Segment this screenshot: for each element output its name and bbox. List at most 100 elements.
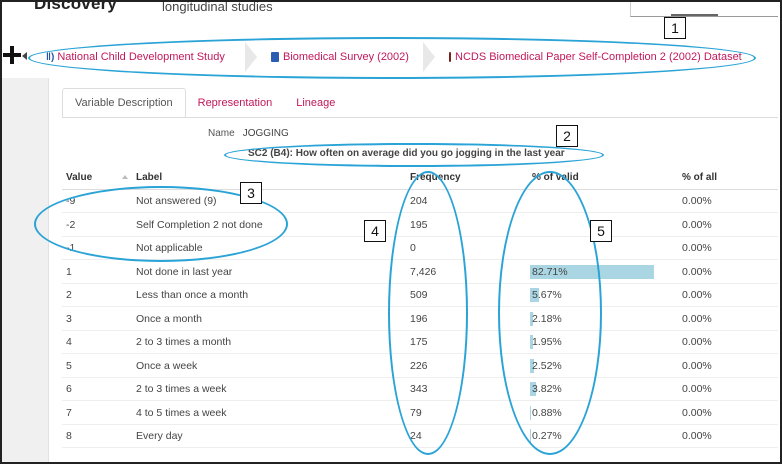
pct-valid-text: 3.82% (532, 383, 562, 395)
table-row: -1 Not applicable 0 0.00% (62, 237, 778, 260)
table-row: 6 2 to 3 times a week 343 3.82% 0.00% (62, 378, 778, 401)
table-row: 3 Once a month 196 2.18% 0.00% (62, 308, 778, 331)
table-row: -2 Self Completion 2 not done 195 0.00% (62, 214, 778, 237)
table-row: 5 Once a week 226 2.52% 0.00% (62, 355, 778, 378)
cell-value: -1 (66, 242, 76, 254)
cell-value: 5 (66, 359, 72, 372)
search-underline (671, 14, 718, 16)
header-frequency[interactable]: Frequency (410, 172, 461, 183)
cell-pct-all: 0.00% (682, 289, 712, 301)
cell-label: Self Completion 2 not done (136, 218, 263, 231)
cell-pct-valid (530, 241, 660, 255)
cell-pct-valid: 5.67% (530, 288, 660, 302)
brand-title[interactable]: Discovery (34, 0, 117, 14)
header-value[interactable]: Value (66, 172, 92, 183)
callout-number-4: 4 (364, 220, 386, 242)
cell-value: 4 (66, 336, 72, 348)
cell-pct-all: 0.00% (682, 312, 712, 325)
variable-question: SC2 (B4): How often on average did you g… (248, 148, 565, 159)
table-header: Value Label Frequency % of valid % of al… (62, 170, 778, 190)
cell-frequency: 343 (410, 383, 428, 395)
cell-frequency: 0 (410, 242, 416, 254)
tab-lineage[interactable]: Lineage (284, 88, 347, 118)
cell-pct-all: 0.00% (682, 383, 712, 395)
dataset-icon (449, 52, 451, 62)
cell-pct-valid: 0.27% (530, 429, 660, 443)
arrow-left-icon (22, 52, 27, 60)
breadcrumb: ǁ) National Child Development Study Biom… (36, 42, 759, 72)
left-gutter (2, 78, 48, 462)
cell-label: Not answered (9) (136, 195, 217, 207)
cell-frequency: 7,426 (410, 265, 437, 278)
cell-pct-all: 0.00% (682, 218, 712, 231)
plus-icon[interactable] (3, 46, 21, 64)
cell-pct-all: 0.00% (682, 336, 712, 348)
cell-pct-valid: 82.71% (530, 264, 660, 279)
table-row: 1 Not done in last year 7,426 82.71% 0.00% (62, 261, 778, 284)
header-pct-all[interactable]: % of all (682, 172, 717, 183)
pct-valid-text: 2.52% (532, 359, 562, 372)
tabs-divider (62, 117, 778, 118)
cell-pct-valid: 2.52% (530, 358, 660, 373)
breadcrumb-chevron-icon (423, 42, 435, 72)
table-row: 8 Every day 24 0.27% 0.00% (62, 425, 778, 448)
header-pct-valid[interactable]: % of valid (532, 172, 579, 183)
cell-label: 2 to 3 times a month (136, 336, 232, 348)
tab-variable-description[interactable]: Variable Description (62, 88, 186, 118)
breadcrumb-survey[interactable]: Biomedical Survey (2002) (261, 42, 439, 72)
brand-subtitle: longitudinal studies (162, 0, 273, 14)
callout-number-2: 2 (556, 125, 578, 147)
breadcrumb-dataset-label: NCDS Biomedical Paper Self-Completion 2 … (455, 51, 742, 63)
cell-pct-valid: 1.95% (530, 335, 660, 349)
cell-value: -9 (66, 195, 76, 207)
cell-value: 2 (66, 289, 72, 301)
cell-value: 1 (66, 265, 72, 278)
cell-value: 6 (66, 383, 72, 395)
cell-frequency: 226 (410, 359, 428, 372)
breadcrumb-dataset[interactable]: NCDS Biomedical Paper Self-Completion 2 … (439, 42, 759, 72)
header-label[interactable]: Label (122, 172, 163, 183)
breadcrumb-study-label: National Child Development Study (57, 51, 225, 63)
variable-name-row: Name JOGGING (208, 128, 289, 139)
pct-valid-text: 82.71% (532, 265, 568, 278)
cell-pct-valid (530, 194, 660, 208)
table-row: -9 Not answered (9) 204 0.00% (62, 190, 778, 213)
callout-number-5: 5 (590, 220, 612, 242)
cell-pct-all: 0.00% (682, 430, 712, 442)
table-row: 4 2 to 3 times a month 175 1.95% 0.00% (62, 331, 778, 354)
cell-pct-all: 0.00% (682, 195, 712, 207)
cell-label: Not done in last year (136, 265, 233, 278)
header-label-text: Label (136, 172, 163, 183)
cell-label: 2 to 3 times a week (136, 383, 227, 395)
cell-pct-valid: 3.82% (530, 382, 660, 396)
pct-valid-text: 0.27% (532, 430, 562, 442)
cell-value: 8 (66, 430, 72, 442)
breadcrumb-study[interactable]: ǁ) National Child Development Study (36, 42, 261, 72)
table-row: 7 4 to 5 times a week 79 0.88% 0.00% (62, 402, 778, 425)
search-box[interactable] (630, 0, 778, 17)
tab-representation[interactable]: Representation (186, 88, 285, 118)
pct-valid-text: 5.67% (532, 289, 562, 301)
cell-frequency: 509 (410, 289, 428, 301)
cell-label: 4 to 5 times a week (136, 406, 227, 419)
pct-valid-text: 2.18% (532, 312, 562, 325)
pct-valid-text: 0.88% (532, 406, 562, 419)
breadcrumb-survey-label: Biomedical Survey (2002) (283, 51, 409, 63)
callout-number-1: 1 (664, 17, 686, 39)
cell-value: 7 (66, 406, 72, 419)
cell-pct-all: 0.00% (682, 406, 712, 419)
sort-icon (122, 175, 128, 180)
table-row: 2 Less than once a month 509 5.67% 0.00% (62, 284, 778, 307)
cell-label: Once a week (136, 359, 198, 372)
breadcrumb-chevron-icon (245, 42, 257, 72)
cell-pct-all: 0.00% (682, 242, 712, 254)
cell-pct-valid: 0.88% (530, 405, 660, 420)
cell-frequency: 175 (410, 336, 428, 348)
tab-bar: Variable Description Representation Line… (62, 88, 347, 118)
cell-frequency: 204 (410, 195, 428, 207)
variable-name-label: Name (208, 128, 235, 139)
callout-number-3: 3 (240, 182, 262, 204)
cell-frequency: 24 (410, 430, 422, 442)
cell-pct-valid: 2.18% (530, 311, 660, 326)
cell-label: Less than once a month (136, 289, 249, 301)
